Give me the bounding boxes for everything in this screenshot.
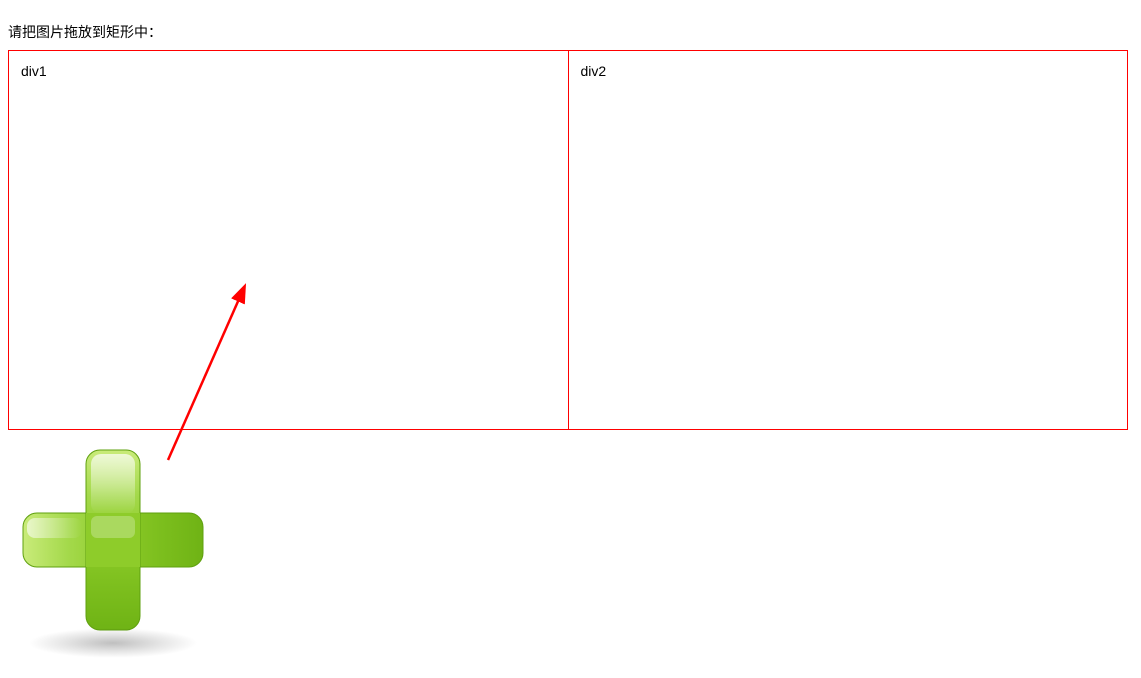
drop-zone-1[interactable]: div1 xyxy=(9,51,569,429)
plus-icon-shadow xyxy=(28,628,198,658)
draggable-image-container xyxy=(13,440,233,670)
instruction-text: 请把图片拖放到矩形中： xyxy=(8,22,1133,42)
drop-zone-1-label: div1 xyxy=(21,63,47,79)
plus-icon[interactable] xyxy=(13,440,213,640)
drop-zone-2[interactable]: div2 xyxy=(569,51,1128,429)
drop-container: div1 div2 xyxy=(8,50,1128,430)
drop-zone-2-label: div2 xyxy=(581,63,607,79)
